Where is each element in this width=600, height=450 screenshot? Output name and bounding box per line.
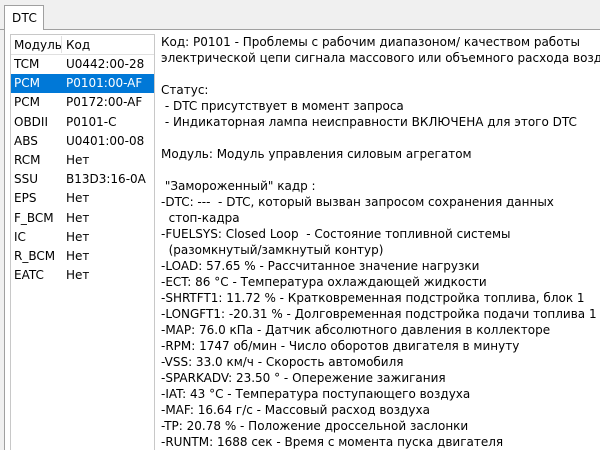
list-item-module: R_BCM [14,248,56,263]
detail-line: -SPARKADV: 23.50 ° - Опережение зажигани… [161,371,446,385]
column-header-code[interactable]: Код [66,38,90,52]
list-item[interactable]: SSU B13D3:16-0A [11,170,154,189]
detail-line: "Замороженный" кадр : [161,179,316,193]
list-item-module: ABS [14,133,38,148]
detail-line: - Индикаторная лампа неисправности ВКЛЮЧ… [161,115,577,129]
list-item[interactable]: PCM P0172:00-AF [11,93,154,112]
detail-line: -DTC: --- - DTC, который вызван запросом… [161,195,554,209]
list-item-code: U0401:00-08 [66,133,145,148]
column-header-module[interactable]: Модуль [14,38,62,52]
detail-line: -ECT: 86 °C - Температура охлаждающей жи… [161,275,487,289]
list-item[interactable]: EPS Нет [11,189,154,208]
tab-dtc[interactable]: DTC [4,5,44,31]
list-item[interactable]: EATC Нет [11,266,154,285]
list-item-module: F_BCM [14,210,54,225]
list-item[interactable]: OBDII P0101-C [11,113,154,132]
detail-line: Код: P0101 - Проблемы с рабочим диапазон… [161,35,580,49]
list-item-code: P0172:00-AF [66,95,143,110]
detail-line: -RUNTM: 1688 сек - Время с момента пуска… [161,435,504,449]
detail-line: Модуль: Модуль управления силовым агрега… [161,147,472,161]
list-item-module: RCM [14,152,41,167]
detail-line: -FUELSYS: Closed Loop - Состояние топлив… [161,227,511,241]
list-item-module: IC [14,229,26,244]
list-item-code: U0442:00-28 [66,57,145,71]
list-item-module: PCM [14,76,40,91]
detail-line: Статус: [161,83,209,97]
list-item-code: Нет [66,210,90,225]
dtc-detail-text: Код: P0101 - Проблемы с рабочим диапазон… [160,34,600,450]
detail-line: (разомкнутый/замкнутый контур) [161,243,384,257]
list-item-module: SSU [14,172,39,187]
detail-line [161,130,600,146]
detail-line: -MAF: 16.64 г/с - Массовый расход воздух… [161,403,430,417]
list-item[interactable]: R_BCM Нет [11,247,154,266]
dtc-panel: Модуль Код TCM U0442:00-28 PCM P0101:00-AF P… [4,30,600,450]
tab-bar: DTC [0,0,600,31]
list-item-code: P0101-C [66,114,117,129]
detail-line [161,162,600,178]
list-item-module: OBDII [14,114,48,129]
detail-line: -IAT: 43 °C - Температура поступающего в… [161,387,471,401]
list-item-module: EPS [14,191,37,206]
dtc-list[interactable]: Модуль Код TCM U0442:00-28 PCM P0101:00-AF P… [10,34,155,450]
list-item[interactable]: IC Нет [11,228,154,247]
list-item-module: TCM [14,57,40,71]
detail-line: стоп-кадра [161,211,240,225]
detail-line: -RPM: 1747 об/мин - Число оборотов двига… [161,339,520,353]
detail-line: - DTC присутствует в момент запроса [161,99,404,113]
list-item-code: Нет [66,268,90,283]
detail-line: электрической цепи сигнала массового или… [161,51,600,65]
list-item-code: Нет [66,248,90,263]
list-item-code: Нет [66,152,90,167]
list-item[interactable]: TCM U0442:00-28 [11,55,154,74]
list-item-module: EATC [14,268,44,283]
list-item[interactable]: ABS U0401:00-08 [11,132,154,151]
column-divider[interactable] [61,36,62,53]
detail-line: -SHRTFT1: 11.72 % - Кратковременная подс… [161,291,585,305]
detail-line: -LOAD: 57.65 % - Рассчитанное значение н… [161,259,480,273]
detail-line: -VSS: 33.0 км/ч - Скорость автомобиля [161,355,404,369]
list-item-code: Нет [66,191,90,206]
list-item[interactable]: F_BCM Нет [11,209,154,228]
list-item-code: Нет [66,229,90,244]
detail-line [161,66,600,82]
list-header: Модуль Код [11,35,154,55]
list-item[interactable]: RCM Нет [11,151,154,170]
detail-line: -TP: 20.78 % - Положение дроссельной зас… [161,419,469,433]
list-item-code: B13D3:16-0A [66,172,146,187]
detail-line: -MAP: 76.0 кПа - Датчик абсолютного давл… [161,323,551,337]
list-rows: TCM U0442:00-28 PCM P0101:00-AF PCM P0172:00-… [11,55,154,285]
list-item-code: P0101:00-AF [66,76,143,91]
list-item[interactable]: PCM P0101:00-AF [11,74,154,94]
detail-line: -LONGFT1: -20.31 % - Долговременная подс… [161,307,597,321]
list-item-module: PCM [14,95,40,110]
